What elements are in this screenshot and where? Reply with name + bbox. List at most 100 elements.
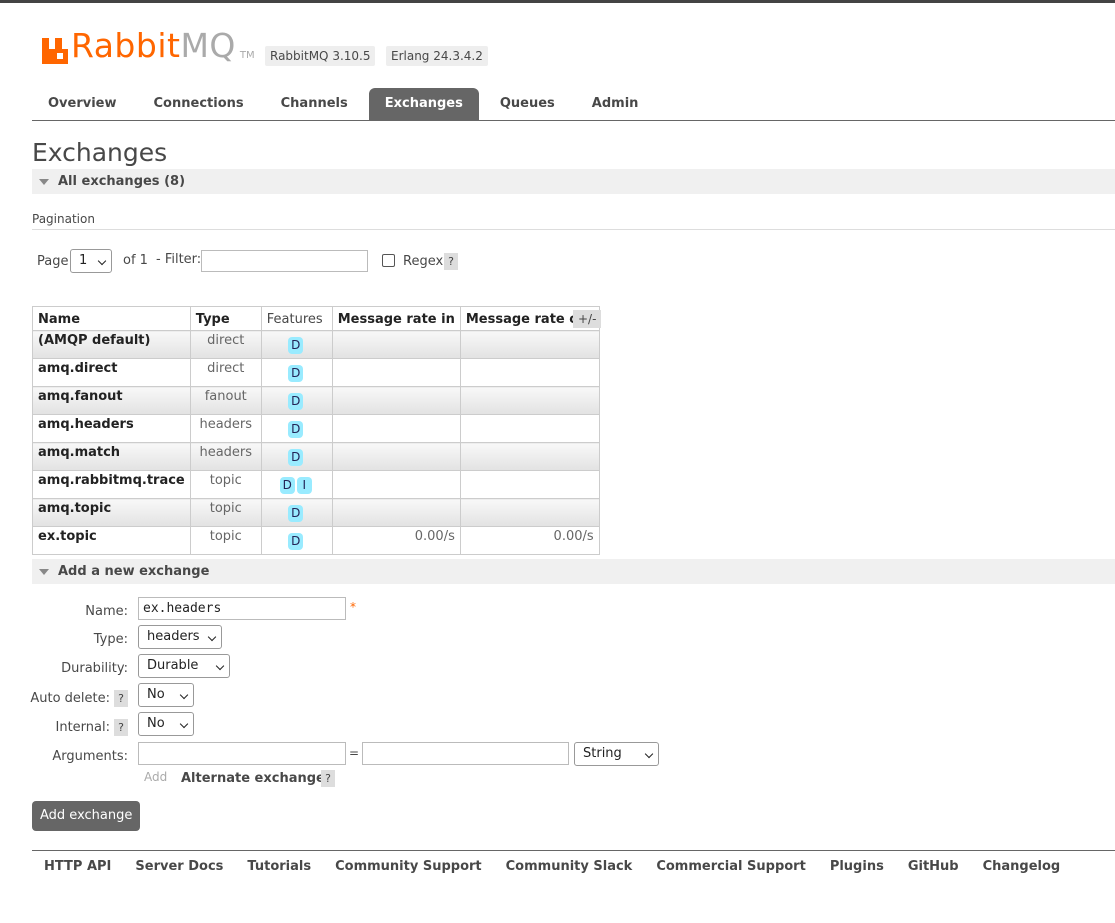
durability-value: Durable xyxy=(147,658,199,673)
footer-link-server-docs[interactable]: Server Docs xyxy=(123,859,235,874)
footer-link-tutorials[interactable]: Tutorials xyxy=(235,859,323,874)
pagination-divider xyxy=(32,229,1115,230)
all-exchanges-section-toggle[interactable]: All exchanges (8) xyxy=(32,169,1115,194)
add-exchange-button[interactable]: Add exchange xyxy=(32,801,141,831)
internal-select[interactable]: No xyxy=(138,712,194,736)
logo-trademark: TM xyxy=(239,50,255,61)
exchange-name-link[interactable]: amq.match xyxy=(32,442,191,471)
internal-label: Internal: xyxy=(55,720,110,735)
auto-delete-select[interactable]: No xyxy=(138,683,194,707)
rate-in xyxy=(331,442,461,471)
filter-input[interactable] xyxy=(201,250,368,272)
exchange-type: topic xyxy=(189,526,262,555)
rate-out xyxy=(459,470,600,499)
durable-badge: D xyxy=(288,393,304,410)
chevron-down-icon xyxy=(207,632,217,642)
internal-help-icon[interactable]: ? xyxy=(114,719,128,736)
features-cell: DI xyxy=(260,470,333,499)
collapse-triangle-icon xyxy=(39,178,49,185)
page-label: Page xyxy=(37,254,69,269)
auto-delete-help-icon[interactable]: ? xyxy=(114,690,128,707)
footer-link-plugins[interactable]: Plugins xyxy=(818,859,896,874)
erlang-version-badge: Erlang 24.3.4.2 xyxy=(386,46,488,66)
required-marker: * xyxy=(350,600,356,614)
table-row: amq.match headers D xyxy=(32,442,600,471)
page-title: Exchanges xyxy=(32,138,168,167)
auto-delete-label: Auto delete: xyxy=(30,691,110,706)
rate-out: 0.00/s xyxy=(459,526,600,555)
table-row: (AMQP default) direct D xyxy=(32,330,600,359)
main-nav-tabs: Overview Connections Channels Exchanges … xyxy=(32,88,1115,121)
footer-link-github[interactable]: GitHub xyxy=(896,859,971,874)
rate-out xyxy=(459,386,600,415)
col-name[interactable]: Name xyxy=(32,306,191,331)
exchange-type: fanout xyxy=(189,386,262,415)
footer-links: HTTP API Server Docs Tutorials Community… xyxy=(32,850,1115,874)
exchange-type: direct xyxy=(189,358,262,387)
rate-in: 0.00/s xyxy=(331,526,461,555)
page-select-value: 1 xyxy=(79,253,88,268)
argument-key-input[interactable] xyxy=(138,742,346,765)
exchange-name-link[interactable]: amq.topic xyxy=(32,498,191,527)
footer-link-changelog[interactable]: Changelog xyxy=(971,859,1073,874)
durable-badge: D xyxy=(288,449,304,466)
rate-in xyxy=(331,386,461,415)
exchange-name-link[interactable]: amq.rabbitmq.trace xyxy=(32,470,191,499)
type-label: Type: xyxy=(93,632,128,647)
exchange-name-link[interactable]: (AMQP default) xyxy=(32,330,191,359)
features-cell: D xyxy=(260,498,333,527)
argument-type-select[interactable]: String xyxy=(574,742,659,766)
exchange-type: headers xyxy=(189,414,262,443)
footer-link-commercial-support[interactable]: Commercial Support xyxy=(644,859,818,874)
tab-channels[interactable]: Channels xyxy=(265,88,364,120)
rate-in xyxy=(331,330,461,359)
rabbit-logo-icon xyxy=(42,34,68,64)
tab-exchanges[interactable]: Exchanges xyxy=(368,88,479,120)
col-type[interactable]: Type xyxy=(189,306,262,331)
chevron-down-icon xyxy=(179,690,189,700)
argument-equals: = xyxy=(349,746,360,760)
pagination-label: Pagination xyxy=(32,212,95,226)
table-row: ex.topic topic D 0.00/s 0.00/s xyxy=(32,526,600,555)
footer-link-community-slack[interactable]: Community Slack xyxy=(494,859,645,874)
alternate-exchange-help-icon[interactable]: ? xyxy=(321,770,335,787)
regex-checkbox[interactable] xyxy=(382,254,395,267)
durability-select[interactable]: Durable xyxy=(138,654,230,678)
rate-in xyxy=(331,414,461,443)
exchange-type-select[interactable]: headers xyxy=(138,625,222,649)
add-exchange-section-toggle[interactable]: Add a new exchange xyxy=(32,559,1115,584)
logo-text: RabbitMQ xyxy=(71,26,236,65)
footer-link-community-support[interactable]: Community Support xyxy=(323,859,494,874)
internal-badge: I xyxy=(296,477,312,494)
page-select[interactable]: 1 xyxy=(70,249,112,273)
tab-admin[interactable]: Admin xyxy=(576,88,655,120)
rate-out xyxy=(459,358,600,387)
exchange-name-input[interactable]: ex.headers xyxy=(138,597,346,620)
features-cell: D xyxy=(260,330,333,359)
column-toggle-button[interactable]: +/- xyxy=(573,310,602,328)
footer-link-http-api[interactable]: HTTP API xyxy=(32,859,123,874)
durable-badge: D xyxy=(288,505,304,522)
durable-badge: D xyxy=(288,421,304,438)
alternate-exchange-link[interactable]: Alternate exchange xyxy=(181,771,325,786)
exchange-name-link[interactable]: amq.fanout xyxy=(32,386,191,415)
argument-value-input[interactable] xyxy=(362,742,569,765)
tab-queues[interactable]: Queues xyxy=(484,88,571,120)
regex-help-icon[interactable]: ? xyxy=(444,253,458,270)
exchange-name-link[interactable]: amq.direct xyxy=(32,358,191,387)
exchange-name-link[interactable]: ex.topic xyxy=(32,526,191,555)
rate-in xyxy=(331,358,461,387)
table-row: amq.fanout fanout D xyxy=(32,386,600,415)
chevron-down-icon xyxy=(215,661,225,671)
tab-overview[interactable]: Overview xyxy=(32,88,133,120)
exchange-name-link[interactable]: amq.headers xyxy=(32,414,191,443)
tab-connections[interactable]: Connections xyxy=(138,88,260,120)
page-count: of 1 xyxy=(123,253,148,268)
table-row: amq.headers headers D xyxy=(32,414,600,443)
top-border xyxy=(0,0,1115,3)
add-argument-link[interactable]: Add xyxy=(144,770,167,784)
name-label: Name: xyxy=(85,604,128,619)
exchange-type: direct xyxy=(189,330,262,359)
filter-label: - Filter: xyxy=(156,252,202,267)
rate-out xyxy=(459,414,600,443)
